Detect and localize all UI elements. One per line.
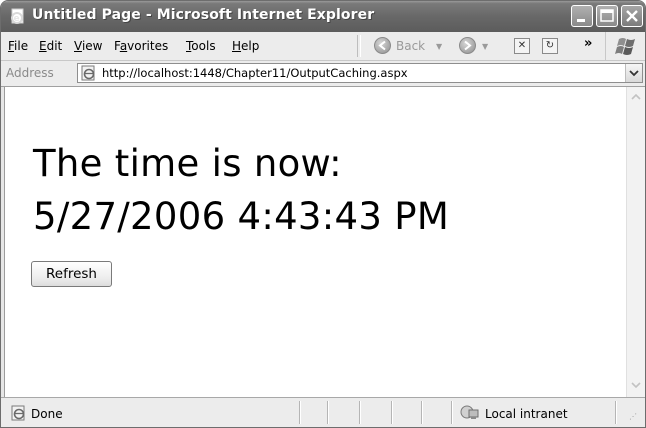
status-divider	[327, 401, 328, 424]
status-text: Done	[31, 407, 63, 421]
status-divider	[391, 401, 392, 424]
ie-page-icon: e	[11, 8, 24, 24]
close-icon	[626, 10, 638, 22]
time-heading: The time is now:	[33, 142, 342, 185]
status-divider	[359, 401, 360, 424]
forward-dropdown-icon: ▼	[482, 42, 489, 51]
status-bar: Done Local intranet ⋰	[1, 397, 645, 427]
forward-button[interactable]: ▼	[459, 32, 493, 60]
status-divider	[451, 401, 452, 424]
toolbar-more-chevron[interactable]: »	[584, 36, 592, 51]
toolbar-separator	[357, 35, 361, 57]
windows-logo-icon	[605, 32, 645, 60]
status-divider	[615, 401, 616, 424]
address-label: Address	[6, 66, 54, 80]
menu-favorites[interactable]: Favorites	[114, 39, 168, 53]
window-title: Untitled Page - Microsoft Internet Explo…	[32, 7, 375, 23]
menu-help-accesskey: H	[232, 39, 242, 53]
address-url: http://localhost:1448/Chapter11/OutputCa…	[102, 66, 408, 80]
menu-edit[interactable]: Edit	[39, 39, 62, 53]
menu-file-text-b: ile	[14, 39, 29, 53]
menu-view[interactable]: View	[74, 39, 102, 53]
stop-icon[interactable]: ✕	[514, 38, 530, 54]
forward-arrow-icon	[459, 37, 476, 54]
menu-bar: File Edit View Favorites Tools Help Back…	[1, 32, 645, 61]
title-bar[interactable]: e Untitled Page - Microsoft Internet Exp…	[1, 1, 645, 32]
status-divider	[421, 401, 422, 424]
maximize-icon	[600, 9, 614, 22]
back-button[interactable]: Back ▼	[374, 32, 446, 60]
menu-favorites-text-b: vorites	[127, 39, 169, 53]
vertical-scrollbar[interactable]	[626, 87, 645, 397]
maximize-button[interactable]	[596, 5, 618, 27]
menu-file[interactable]: File	[8, 39, 28, 53]
chevron-down-icon	[629, 70, 639, 77]
minimize-button[interactable]	[571, 5, 593, 27]
page-done-icon	[11, 405, 25, 421]
scroll-up-icon[interactable]	[628, 89, 644, 106]
refresh-icon[interactable]: ↻	[542, 38, 558, 54]
address-field[interactable]: http://localhost:1448/Chapter11/OutputCa…	[77, 63, 643, 83]
status-divider	[299, 401, 300, 424]
page-content: The time is now: 5/27/2006 4:43:43 PM Re…	[4, 87, 626, 397]
minimize-icon	[577, 19, 585, 22]
refresh-button[interactable]: Refresh	[31, 261, 112, 287]
menu-edit-accesskey: E	[39, 39, 47, 53]
menu-help-text-b: elp	[241, 39, 260, 53]
menu-edit-text-b: dit	[46, 39, 63, 53]
back-label: Back	[396, 39, 426, 53]
time-value: 5/27/2006 4:43:43 PM	[33, 195, 450, 238]
close-button[interactable]	[621, 5, 643, 27]
browser-window: e Untitled Page - Microsoft Internet Exp…	[0, 0, 646, 428]
svg-text:e: e	[14, 14, 20, 24]
menu-help[interactable]: Help	[232, 39, 259, 53]
scroll-down-icon[interactable]	[628, 377, 644, 394]
menu-view-accesskey: V	[74, 39, 82, 53]
back-arrow-icon	[374, 37, 391, 54]
resize-grip-icon[interactable]: ⋰	[629, 412, 637, 421]
menu-view-text-b: iew	[81, 39, 103, 53]
address-dropdown-button[interactable]	[625, 64, 642, 82]
menu-tools[interactable]: Tools	[186, 39, 216, 53]
menu-tools-text-b: ools	[191, 39, 216, 53]
back-dropdown-icon: ▼	[436, 42, 443, 51]
intranet-zone-icon	[460, 405, 479, 419]
security-zone-text: Local intranet	[485, 407, 568, 421]
page-icon	[81, 65, 95, 81]
address-bar: Address http://localhost:1448/Chapter11/…	[1, 61, 645, 87]
